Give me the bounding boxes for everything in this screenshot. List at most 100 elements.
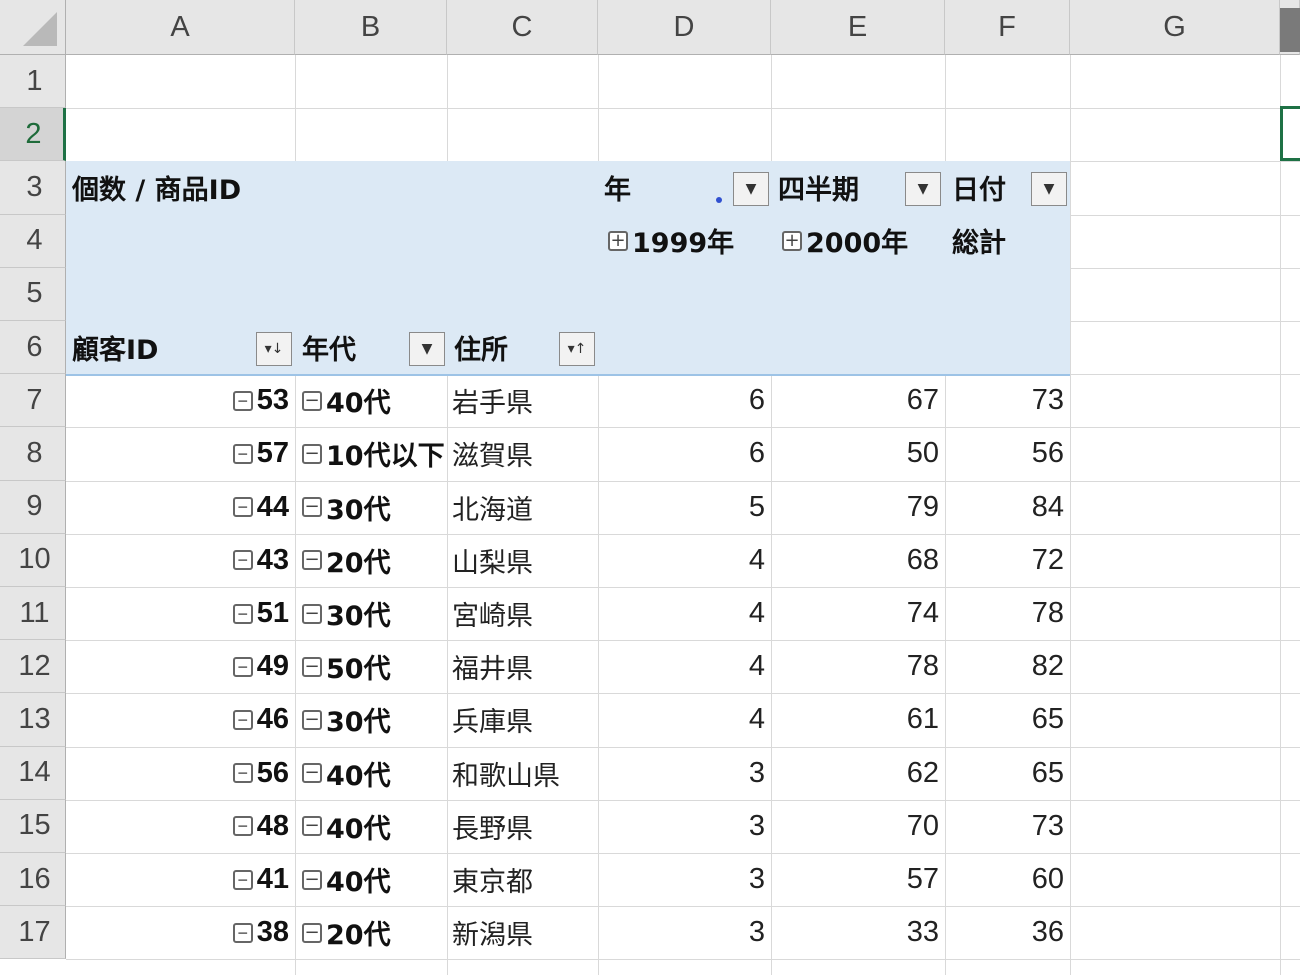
pivot-row-age[interactable]: −30代 [302, 693, 452, 746]
pivot-value-1999[interactable]: 4 [598, 587, 771, 640]
pivot-value-1999[interactable]: 4 [598, 534, 771, 587]
pivot-value-1999[interactable]: 4 [598, 693, 771, 746]
collapse-minus-icon[interactable]: − [302, 922, 322, 943]
col-item-1999[interactable]: + 1999年 [608, 214, 768, 267]
collapse-minus-icon[interactable]: − [232, 869, 253, 890]
pivot-row-age[interactable]: −40代 [302, 747, 452, 800]
pivot-value-2000[interactable]: 78 [771, 640, 945, 693]
collapse-minus-icon[interactable]: − [232, 443, 253, 464]
pivot-value-1999[interactable]: 3 [598, 906, 771, 959]
row-header-15[interactable]: 15 [0, 799, 66, 853]
collapse-minus-icon[interactable]: − [302, 603, 322, 624]
collapse-minus-icon[interactable]: − [302, 763, 322, 784]
pivot-row-customer-id[interactable]: −41 [66, 853, 295, 906]
row-header-10[interactable]: 10 [0, 533, 66, 587]
pivot-row-age[interactable]: −30代 [302, 587, 452, 640]
expand-plus-icon[interactable]: + [782, 230, 802, 251]
column-header-a[interactable]: A [66, 0, 295, 55]
dropdown-arrow-icon[interactable]: ▼ [733, 172, 769, 206]
pivot-row-customer-id[interactable]: −44 [66, 481, 295, 534]
pivot-value-1999[interactable]: 3 [598, 800, 771, 853]
pivot-value-2000[interactable]: 68 [771, 534, 945, 587]
pivot-row-customer-id[interactable]: −38 [66, 906, 295, 959]
pivot-value-total[interactable]: 78 [945, 587, 1070, 640]
collapse-minus-icon[interactable]: − [232, 603, 253, 624]
collapse-minus-icon[interactable]: − [232, 390, 253, 411]
pivot-value-2000[interactable]: 33 [771, 906, 945, 959]
pivot-value-2000[interactable]: 61 [771, 693, 945, 746]
pivot-value-total[interactable]: 82 [945, 640, 1070, 693]
pivot-value-1999[interactable]: 4 [598, 640, 771, 693]
row-header-14[interactable]: 14 [0, 746, 66, 800]
pivot-row-age[interactable]: −40代 [302, 374, 452, 427]
column-header-f[interactable]: F [945, 0, 1070, 55]
pivot-row-customer-id[interactable]: −46 [66, 693, 295, 746]
pivot-row-customer-id[interactable]: −51 [66, 587, 295, 640]
pivot-value-total[interactable]: 60 [945, 853, 1070, 906]
column-header-g[interactable]: G [1070, 0, 1280, 55]
spreadsheet-grid[interactable]: ABCDEFG 1 2 3 4 5 6 7 8 9 10 11 12 13 14 15 16 17 個数 / 商… [0, 0, 1300, 975]
pivot-value-total[interactable]: 36 [945, 906, 1070, 959]
pivot-value-1999[interactable]: 6 [598, 427, 771, 480]
row-header-8[interactable]: 8 [0, 427, 66, 481]
collapse-minus-icon[interactable]: − [232, 816, 253, 837]
row-header-3[interactable]: 3 [0, 161, 66, 215]
pivot-value-1999[interactable]: 3 [598, 853, 771, 906]
pivot-value-2000[interactable]: 74 [771, 587, 945, 640]
collapse-minus-icon[interactable]: − [302, 443, 322, 464]
row-header-1[interactable]: 1 [0, 55, 66, 109]
pivot-value-2000[interactable]: 57 [771, 853, 945, 906]
row-header-5[interactable]: 5 [0, 267, 66, 321]
sort-ascending-icon[interactable]: ▾↑ [559, 332, 595, 366]
collapse-minus-icon[interactable]: − [302, 816, 322, 837]
pivot-row-address[interactable]: 福井県 [452, 640, 598, 693]
expand-plus-icon[interactable]: + [608, 230, 628, 251]
pivot-row-age[interactable]: −20代 [302, 906, 452, 959]
pivot-value-total[interactable]: 84 [945, 481, 1070, 534]
collapse-minus-icon[interactable]: − [232, 709, 253, 730]
pivot-value-2000[interactable]: 67 [771, 374, 945, 427]
pivot-row-address[interactable]: 東京都 [452, 853, 598, 906]
pivot-row-customer-id[interactable]: −53 [66, 374, 295, 427]
collapse-minus-icon[interactable]: − [232, 656, 253, 677]
pivot-value-field-label[interactable]: 個数 / 商品ID [72, 161, 572, 214]
pivot-row-age[interactable]: −50代 [302, 640, 452, 693]
row-header-6[interactable]: 6 [0, 321, 66, 375]
row-header-11[interactable]: 11 [0, 587, 66, 641]
row-header-13[interactable]: 13 [0, 693, 66, 747]
collapse-minus-icon[interactable]: − [232, 497, 253, 518]
pivot-value-2000[interactable]: 62 [771, 747, 945, 800]
row-header-4[interactable]: 4 [0, 214, 66, 268]
column-header-c[interactable]: C [447, 0, 598, 55]
pivot-value-2000[interactable]: 70 [771, 800, 945, 853]
pivot-value-total[interactable]: 72 [945, 534, 1070, 587]
pivot-row-address[interactable]: 宮崎県 [452, 587, 598, 640]
row-header-9[interactable]: 9 [0, 480, 66, 534]
collapse-minus-icon[interactable]: − [302, 656, 322, 677]
pivot-row-age[interactable]: −30代 [302, 481, 452, 534]
pivot-value-1999[interactable]: 6 [598, 374, 771, 427]
collapse-minus-icon[interactable]: − [232, 763, 253, 784]
pivot-row-customer-id[interactable]: −57 [66, 427, 295, 480]
sort-descending-icon[interactable]: ▾↓ [256, 332, 292, 366]
pivot-row-address[interactable]: 北海道 [452, 481, 598, 534]
collapse-minus-icon[interactable]: − [302, 497, 322, 518]
pivot-value-2000[interactable]: 50 [771, 427, 945, 480]
dropdown-arrow-icon[interactable]: ▼ [1031, 172, 1067, 206]
pivot-value-total[interactable]: 65 [945, 747, 1070, 800]
row-header-7[interactable]: 7 [0, 374, 66, 428]
pivot-row-customer-id[interactable]: −48 [66, 800, 295, 853]
vertical-scrollbar-thumb[interactable] [1280, 8, 1300, 52]
pivot-value-total[interactable]: 73 [945, 374, 1070, 427]
row-header-12[interactable]: 12 [0, 640, 66, 694]
pivot-row-address[interactable]: 和歌山県 [452, 747, 598, 800]
pivot-row-address[interactable]: 新潟県 [452, 906, 598, 959]
pivot-value-total[interactable]: 56 [945, 427, 1070, 480]
pivot-row-address[interactable]: 兵庫県 [452, 693, 598, 746]
pivot-value-1999[interactable]: 3 [598, 747, 771, 800]
pivot-row-address[interactable]: 岩手県 [452, 374, 598, 427]
pivot-row-customer-id[interactable]: −43 [66, 534, 295, 587]
dropdown-arrow-icon[interactable]: ▼ [905, 172, 941, 206]
dropdown-arrow-icon[interactable]: ▼ [409, 332, 445, 366]
collapse-minus-icon[interactable]: − [302, 390, 322, 411]
